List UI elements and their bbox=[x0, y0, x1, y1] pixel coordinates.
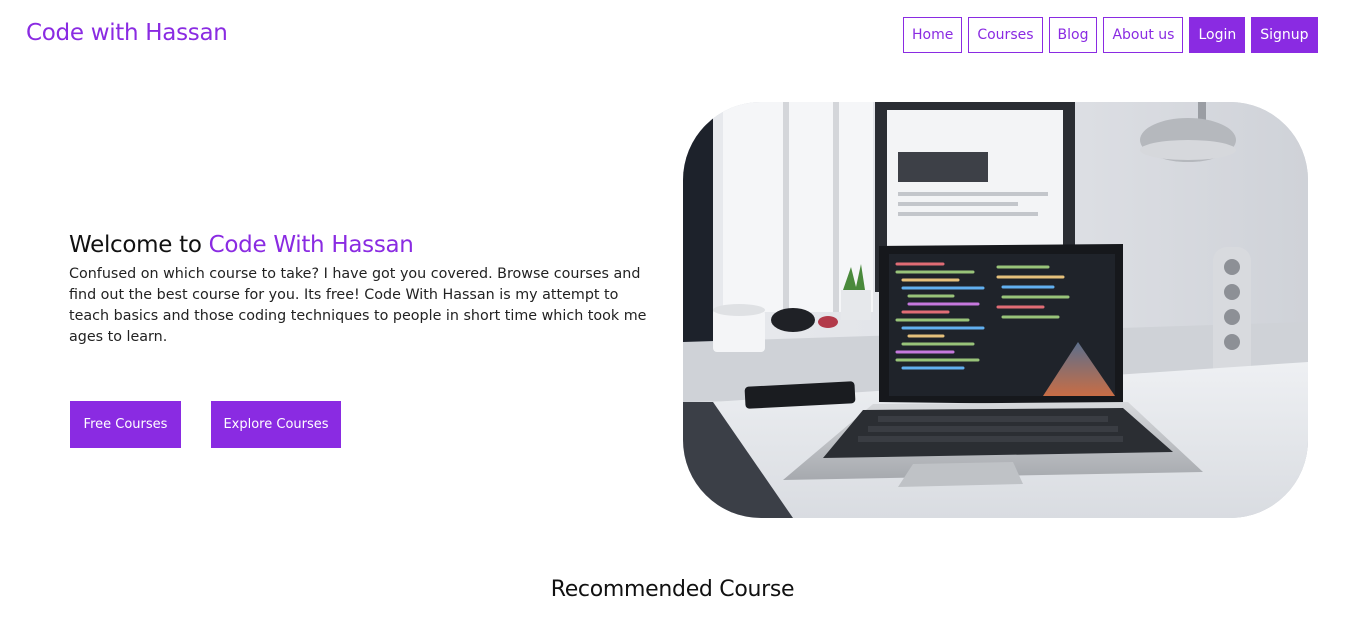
hero-section: Welcome to Code With Hassan Confused on … bbox=[69, 232, 659, 348]
signup-button[interactable]: Signup bbox=[1251, 17, 1318, 53]
hero-description: Confused on which course to take? I have… bbox=[69, 266, 647, 345]
nav-courses-button[interactable]: Courses bbox=[968, 17, 1043, 53]
nav-blog-button[interactable]: Blog bbox=[1048, 17, 1098, 53]
free-courses-button[interactable]: Free Courses bbox=[70, 401, 181, 448]
site-logo[interactable]: Code with Hassan bbox=[26, 20, 228, 46]
hero-title-prefix: Welcome to bbox=[69, 232, 202, 258]
hero-title-brand: Code With Hassan bbox=[208, 232, 414, 258]
recommended-course-title: Recommended Course bbox=[550, 577, 795, 602]
nav-home-button[interactable]: Home bbox=[903, 17, 963, 53]
main-nav: Home Courses Blog About us Login Signup bbox=[903, 17, 1318, 53]
nav-about-button[interactable]: About us bbox=[1103, 17, 1184, 53]
login-button[interactable]: Login bbox=[1189, 17, 1246, 53]
explore-courses-button[interactable]: Explore Courses bbox=[211, 401, 341, 448]
hero-title: Welcome to Code With Hassan bbox=[69, 232, 659, 258]
hero-laptop-image bbox=[683, 102, 1308, 518]
